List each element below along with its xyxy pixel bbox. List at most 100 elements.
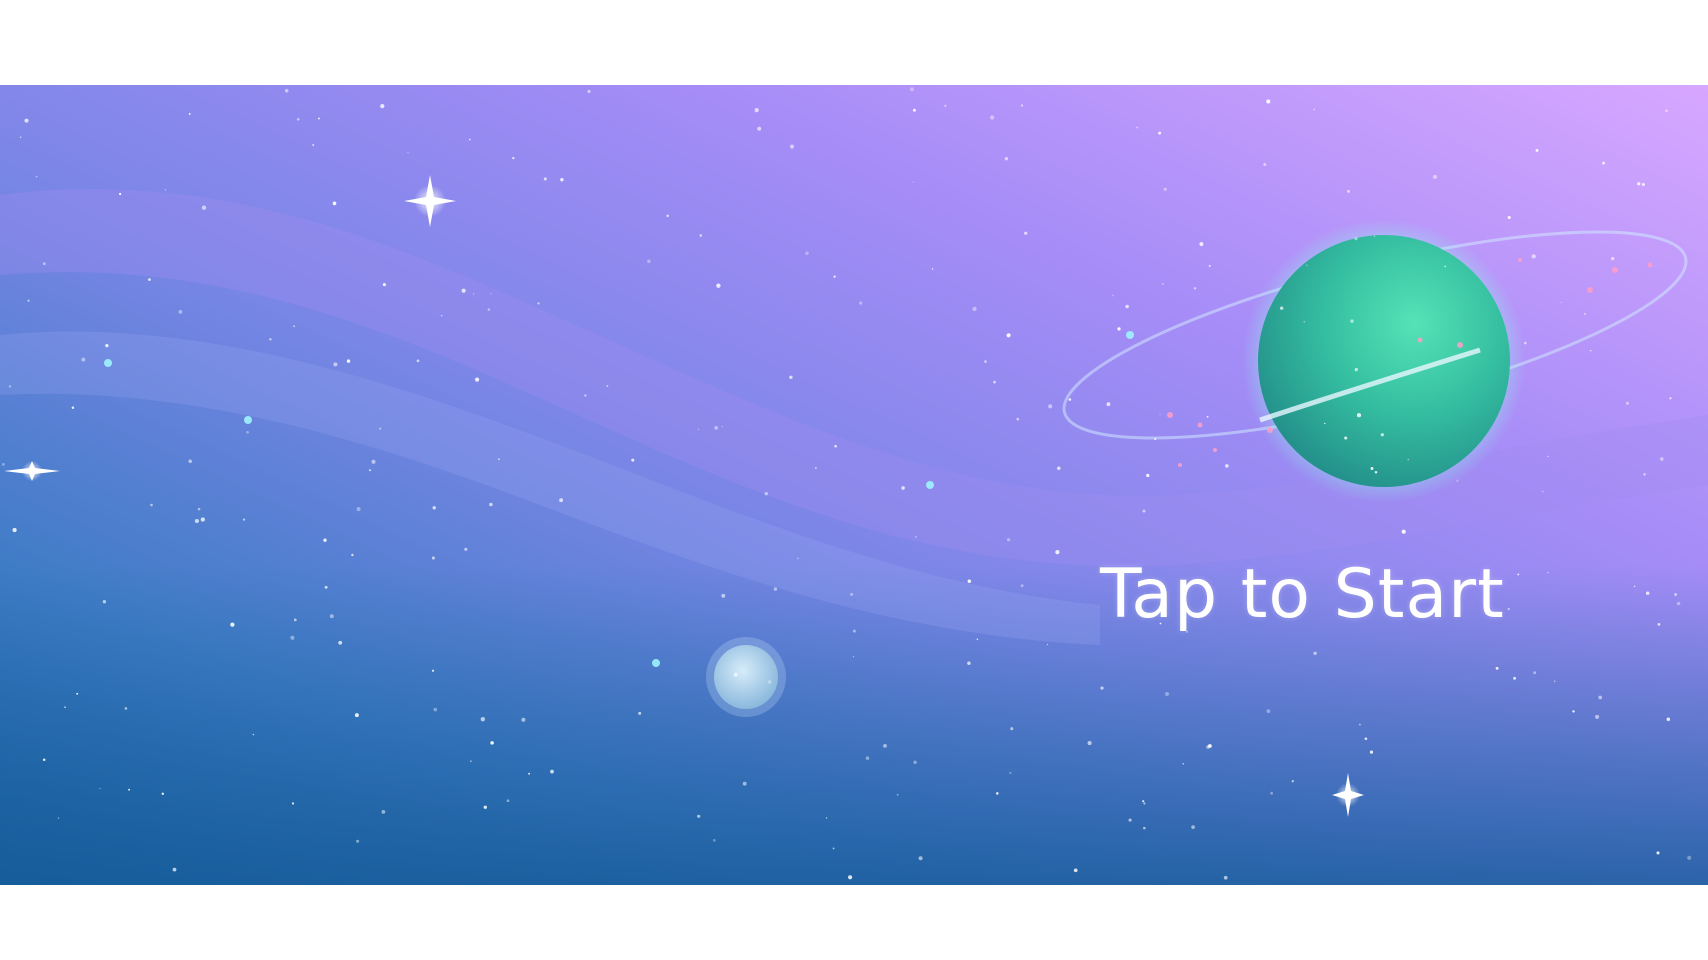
tiny-star bbox=[1016, 417, 1020, 421]
tiny-star bbox=[1380, 433, 1384, 437]
tiny-star bbox=[1146, 473, 1150, 478]
tiny-star bbox=[1208, 744, 1212, 748]
tiny-star bbox=[356, 507, 361, 512]
tiny-star bbox=[697, 428, 700, 430]
tiny-star bbox=[1633, 585, 1636, 588]
tiny-star bbox=[550, 769, 554, 774]
tiny-star bbox=[1507, 215, 1511, 220]
tiny-star bbox=[852, 655, 855, 658]
tiny-star bbox=[433, 707, 438, 712]
tiny-star bbox=[912, 181, 914, 183]
tiny-star bbox=[1547, 455, 1549, 458]
tiny-star bbox=[1125, 304, 1129, 309]
tiny-star bbox=[944, 104, 947, 107]
tiny-star bbox=[19, 136, 22, 139]
tiny-star bbox=[1350, 319, 1354, 323]
tiny-star bbox=[201, 205, 207, 210]
tiny-star bbox=[833, 275, 836, 278]
tiny-star bbox=[1531, 254, 1536, 259]
tiny-star bbox=[1346, 189, 1351, 193]
tiny-star bbox=[230, 622, 235, 627]
tiny-star bbox=[1136, 126, 1139, 129]
tiny-star bbox=[1020, 584, 1024, 588]
tiny-star bbox=[1087, 741, 1092, 746]
tiny-star bbox=[1602, 161, 1605, 165]
tiny-star bbox=[99, 787, 101, 790]
tiny-star bbox=[852, 629, 856, 633]
planet-body bbox=[1258, 235, 1510, 487]
tiny-star bbox=[631, 458, 635, 462]
tiny-star bbox=[1048, 404, 1053, 409]
tiny-star bbox=[1637, 182, 1641, 186]
tiny-star bbox=[1513, 676, 1517, 680]
tiny-star bbox=[1117, 327, 1121, 331]
tiny-star bbox=[1369, 750, 1374, 754]
tiny-star bbox=[832, 847, 835, 850]
tiny-star bbox=[1291, 780, 1294, 783]
tiny-star bbox=[164, 188, 167, 191]
tiny-star bbox=[1583, 312, 1586, 315]
tiny-star bbox=[490, 293, 492, 295]
tiny-star bbox=[461, 288, 466, 293]
tiny-star bbox=[1266, 709, 1271, 713]
tiny-star bbox=[1143, 826, 1146, 830]
tiny-star bbox=[647, 259, 651, 264]
tiny-star bbox=[1223, 875, 1228, 880]
tiny-star bbox=[1456, 479, 1459, 482]
tiny-star bbox=[742, 781, 747, 786]
tiny-star bbox=[537, 302, 540, 305]
tiny-star bbox=[464, 547, 468, 551]
tiny-star bbox=[1159, 413, 1161, 415]
tiny-star bbox=[815, 467, 817, 469]
tiny-star bbox=[1006, 538, 1011, 542]
small-moon bbox=[714, 645, 778, 709]
tiny-star bbox=[197, 507, 201, 511]
tiny-star bbox=[1313, 651, 1317, 656]
tiny-star bbox=[1182, 763, 1184, 765]
tiny-star bbox=[432, 506, 436, 510]
game-canvas[interactable]: Tap to Start bbox=[0, 85, 1708, 885]
tiny-star bbox=[1206, 415, 1209, 418]
tiny-star bbox=[1645, 591, 1650, 595]
tiny-star bbox=[1572, 710, 1575, 713]
tiny-star bbox=[483, 805, 487, 809]
tiny-star bbox=[764, 492, 768, 496]
tiny-star bbox=[1142, 800, 1145, 803]
tiny-star bbox=[967, 661, 971, 665]
tiny-star bbox=[1010, 727, 1014, 731]
tiny-star bbox=[81, 357, 86, 362]
tiny-star bbox=[161, 792, 164, 795]
tiny-star bbox=[1374, 471, 1378, 474]
tiny-star bbox=[559, 498, 564, 503]
tiny-star bbox=[293, 618, 297, 622]
tiny-star bbox=[42, 262, 46, 266]
tiny-star bbox=[512, 156, 515, 160]
tiny-star bbox=[909, 87, 914, 92]
tiny-star bbox=[12, 528, 17, 533]
tiny-star bbox=[1324, 422, 1326, 425]
tiny-star bbox=[638, 711, 642, 715]
space-background bbox=[0, 85, 1708, 885]
tiny-star bbox=[475, 377, 480, 382]
tiny-star bbox=[148, 278, 151, 281]
tiny-star bbox=[797, 557, 799, 560]
tiny-star bbox=[560, 178, 564, 182]
tiny-star bbox=[1344, 436, 1348, 440]
tiny-star bbox=[1643, 473, 1646, 476]
tiny-star bbox=[587, 89, 591, 93]
tap-to-start-prompt[interactable]: Tap to Start bbox=[1100, 545, 1580, 645]
tiny-star bbox=[896, 793, 899, 796]
tiny-star bbox=[716, 283, 721, 288]
tiny-star bbox=[284, 88, 289, 93]
tiny-star bbox=[380, 103, 385, 109]
glow-star bbox=[244, 416, 252, 424]
tiny-star bbox=[993, 380, 996, 384]
tiny-star bbox=[912, 108, 916, 112]
tiny-star bbox=[470, 760, 472, 762]
tiny-star bbox=[1263, 162, 1267, 167]
tiny-star bbox=[1142, 509, 1146, 513]
tiny-star bbox=[1163, 187, 1167, 191]
tiny-star bbox=[369, 469, 371, 472]
tiny-star bbox=[1666, 717, 1671, 721]
glow-star bbox=[652, 659, 660, 667]
